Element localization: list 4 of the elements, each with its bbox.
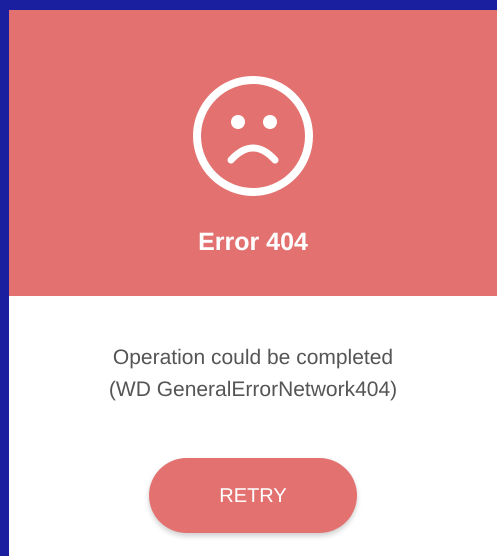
error-title: Error 404: [198, 227, 308, 258]
sad-face-icon: [191, 74, 315, 198]
retry-button[interactable]: RETRY: [149, 458, 357, 533]
error-message: Operation could be completed (WD GeneralErrorNetwork404): [108, 345, 398, 403]
